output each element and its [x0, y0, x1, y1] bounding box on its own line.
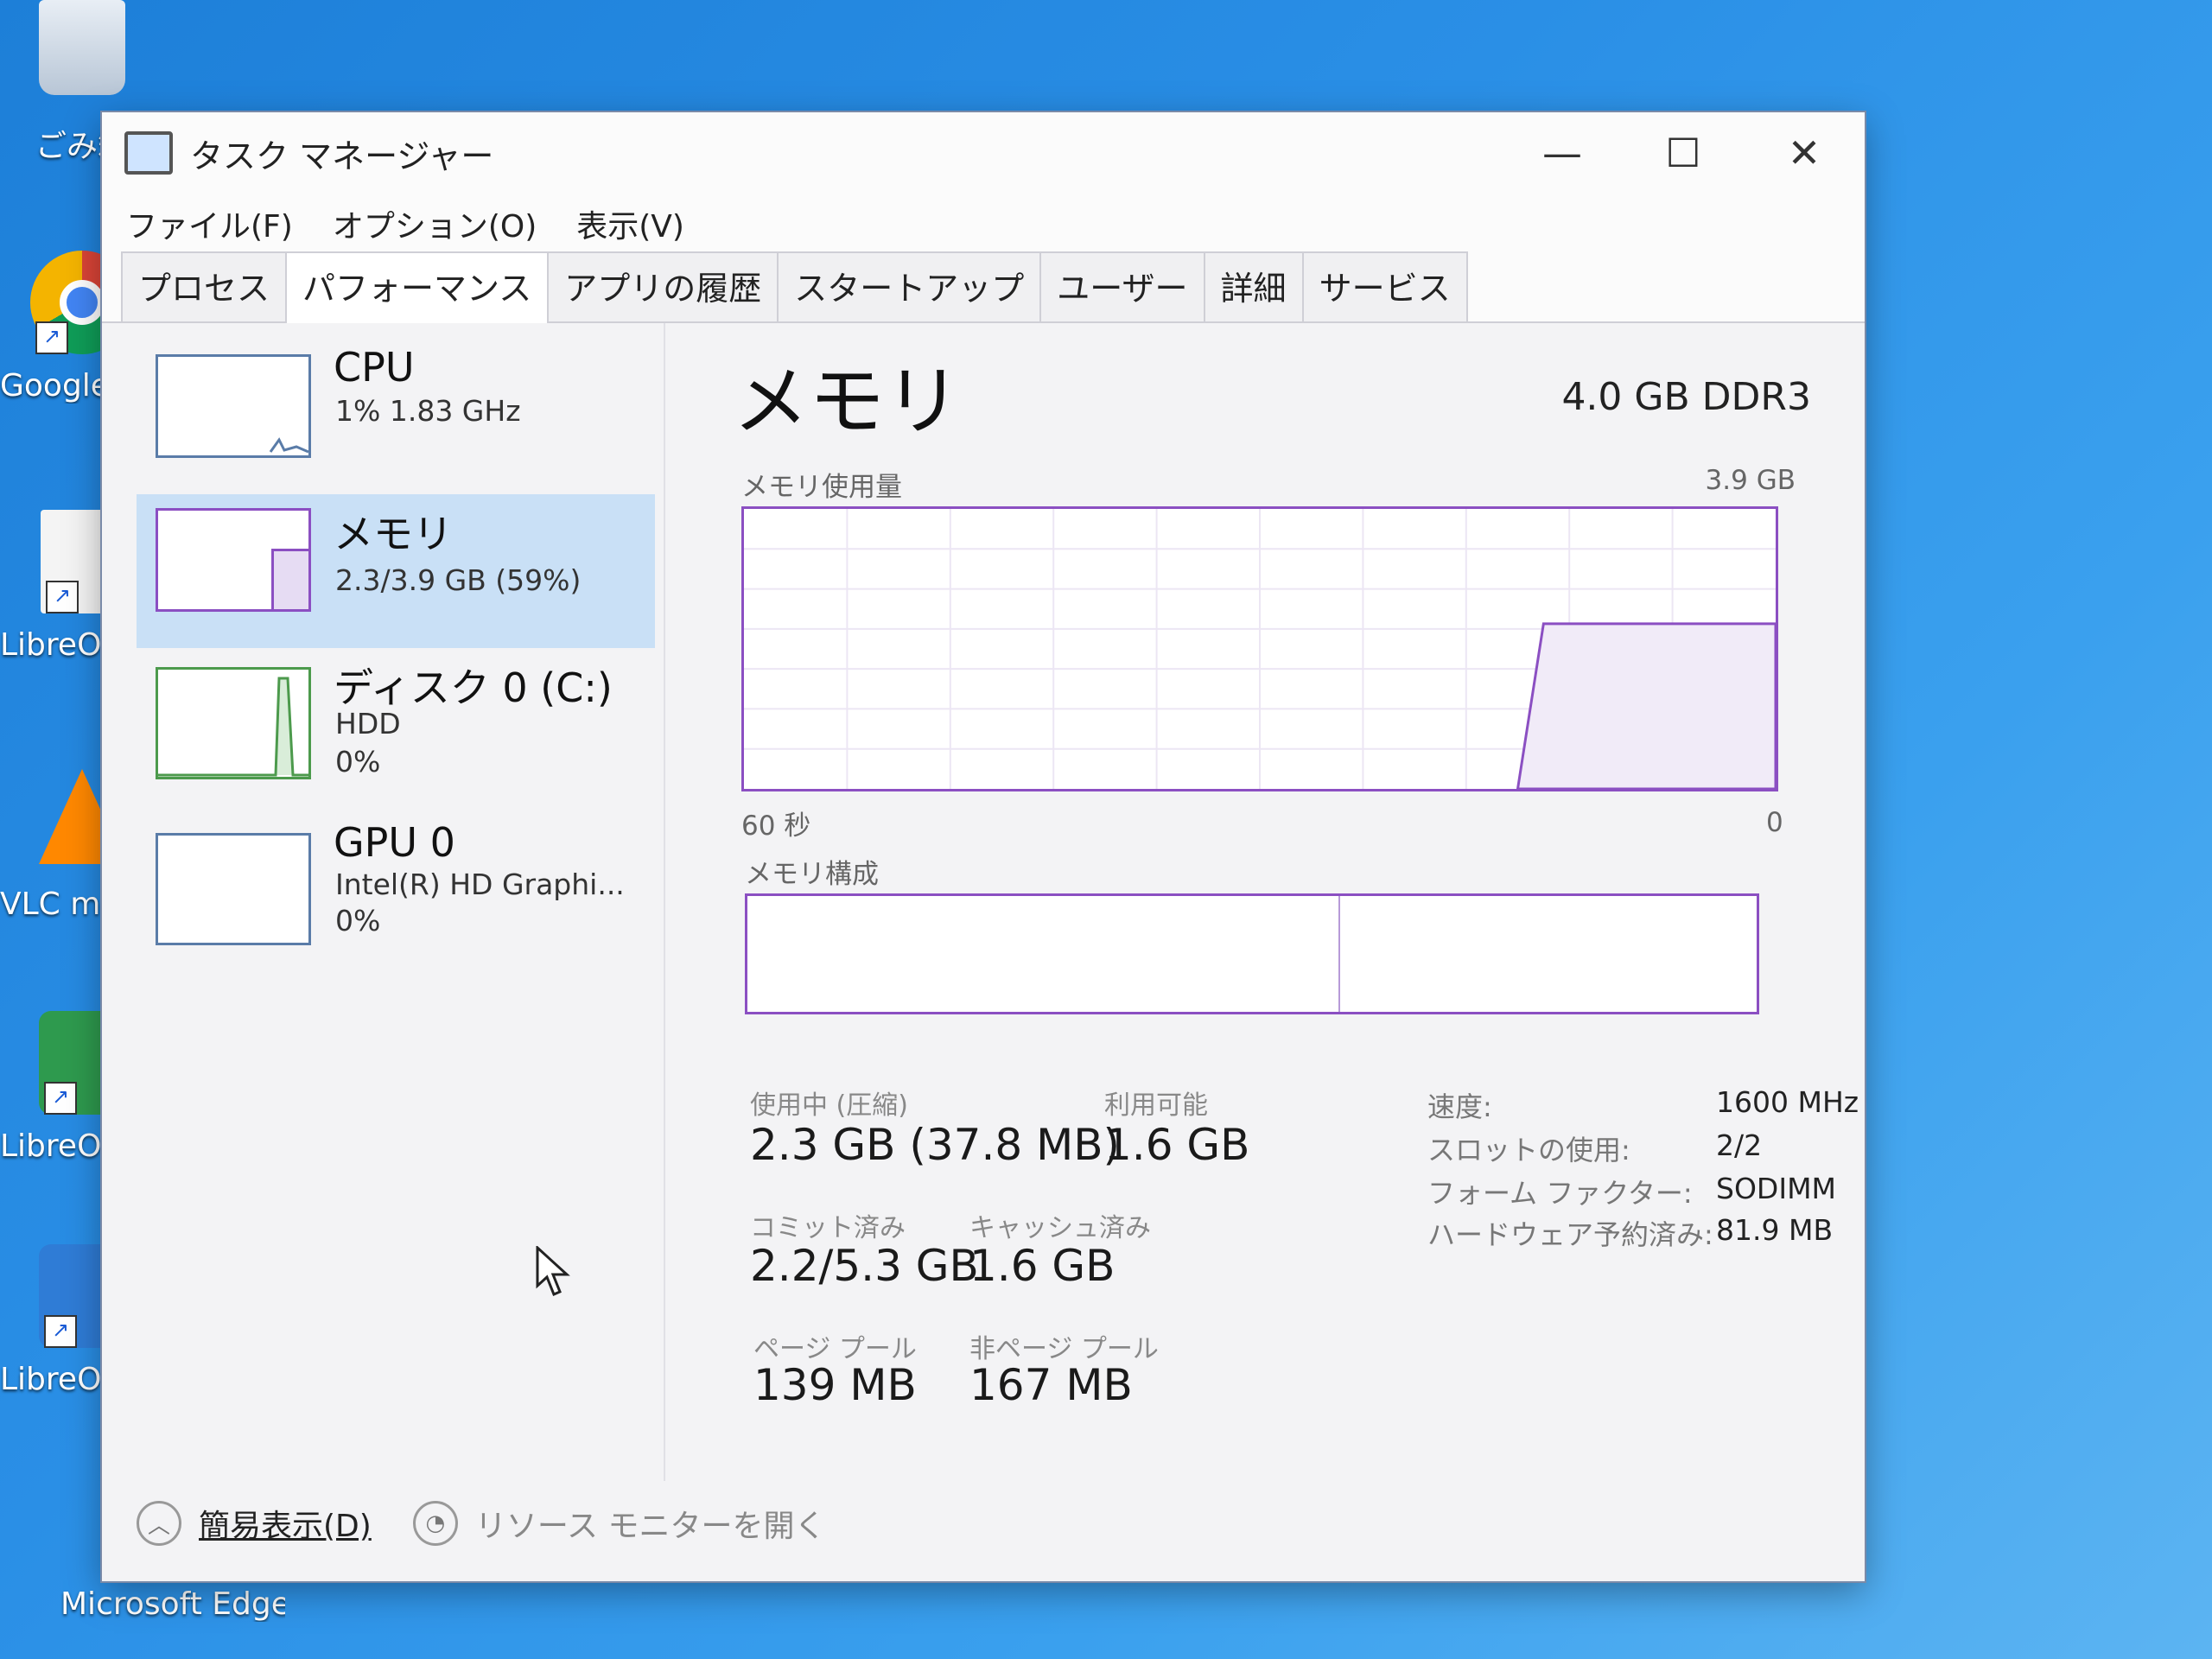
gpu-thumbnail-graph: [156, 833, 311, 945]
cpu-thumbnail-graph: [156, 354, 311, 458]
sidebar-memory-usage: 2.3/3.9 GB (59%): [335, 563, 582, 597]
nonpaged-pool-value: 167 MB: [969, 1360, 1133, 1410]
sidebar-item-cpu[interactable]: CPU 1% 1.83 GHz: [137, 340, 655, 494]
committed-value: 2.2/5.3 GB: [750, 1241, 979, 1291]
chevron-up-icon[interactable]: ︿: [137, 1501, 181, 1546]
available-label: 利用可能: [1104, 1090, 1208, 1121]
sidebar-item-gpu[interactable]: GPU 0 Intel(R) HD Graphi... 0%: [137, 819, 655, 973]
shortcut-arrow-icon: ↗: [44, 1315, 77, 1348]
window-footer: ︿ 簡易表示(D) ◔ リソース モニターを開く: [137, 1493, 825, 1554]
memory-usage-gridlines: [744, 509, 1776, 789]
hardware-reserved-label: ハードウェア予約済み:: [1427, 1218, 1713, 1251]
tab-processes[interactable]: プロセス: [121, 251, 288, 321]
memory-spec: 4.0 GB DDR3: [1561, 375, 1811, 419]
memory-usage-max: 3.9 GB: [1705, 465, 1796, 496]
speed-label: 速度:: [1427, 1090, 1492, 1123]
available-value: 1.6 GB: [1104, 1120, 1250, 1170]
shortcut-arrow-icon: ↗: [46, 581, 79, 613]
in-use-label: 使用中 (圧縮): [750, 1090, 908, 1121]
tab-app-history[interactable]: アプリの履歴: [547, 251, 779, 321]
window-title: タスク マネージャー: [190, 137, 494, 175]
menu-view[interactable]: 表示(V): [576, 201, 684, 246]
task-manager-app-icon: [124, 131, 173, 175]
minimize-button[interactable]: —: [1502, 112, 1623, 194]
sidebar-item-disk[interactable]: ディスク 0 (C:) HDD 0%: [137, 653, 655, 807]
sidebar-disk-type: HDD: [335, 707, 401, 741]
resource-monitor-icon: ◔: [412, 1501, 458, 1546]
form-factor-label: フォーム ファクター:: [1427, 1177, 1693, 1210]
memory-usage-label: メモリ使用量: [741, 472, 902, 503]
resource-monitor-link[interactable]: リソース モニターを開く: [475, 1501, 826, 1546]
graph-axis-right: 0: [1766, 807, 1783, 838]
cpu-thumbnail-line: [269, 437, 309, 454]
memory-composition-bar: [745, 893, 1759, 1014]
menu-file[interactable]: ファイル(F): [126, 201, 293, 246]
in-use-value: 2.3 GB (37.8 MB): [750, 1120, 1121, 1170]
cached-value: 1.6 GB: [969, 1241, 1116, 1291]
memory-thumbnail-graph: [156, 508, 311, 612]
sidebar-item-memory[interactable]: メモリ 2.3/3.9 GB (59%): [137, 494, 655, 648]
mouse-cursor-icon: [536, 1246, 570, 1296]
memory-usage-graph: [741, 506, 1778, 791]
sidebar-disk-name: ディスク 0 (C:): [334, 664, 613, 711]
slots-used-value: 2/2: [1716, 1128, 1763, 1162]
sidebar-gpu-name: GPU 0: [334, 819, 455, 866]
desktop-icon-label: Microsoft Edge: [60, 1586, 285, 1622]
cached-label: キャッシュ済み: [969, 1213, 1151, 1243]
tab-services[interactable]: サービス: [1301, 251, 1468, 321]
hardware-reserved-value: 81.9 MB: [1716, 1213, 1834, 1247]
tab-startup[interactable]: スタートアップ: [777, 251, 1042, 321]
fewer-details-link[interactable]: 簡易表示(D): [199, 1501, 372, 1546]
sidebar-cpu-name: CPU: [334, 344, 415, 391]
sidebar-gpu-model: Intel(R) HD Graphi...: [335, 868, 625, 901]
sidebar-gpu-usage: 0%: [335, 904, 381, 938]
sidebar-cpu-usage: 1% 1.83 GHz: [335, 394, 521, 428]
recycle-bin-icon: [39, 0, 125, 95]
memory-composition-label: メモリ構成: [745, 859, 879, 890]
tab-details[interactable]: 詳細: [1203, 251, 1304, 321]
sidebar-memory-name: メモリ: [334, 511, 453, 557]
graph-axis-left: 60 秒: [741, 810, 811, 842]
tab-bar: プロセス パフォーマンス アプリの履歴 スタートアップ ユーザー 詳細 サービス: [102, 251, 1865, 323]
speed-value: 1600 MHz: [1716, 1085, 1859, 1119]
slots-used-label: スロットの使用:: [1427, 1134, 1630, 1166]
disk-thumbnail-line: [158, 677, 308, 777]
menu-options[interactable]: オプション(O): [333, 201, 537, 246]
maximize-button[interactable]: ☐: [1623, 112, 1744, 194]
disk-thumbnail-graph: [156, 667, 311, 779]
tab-performance[interactable]: パフォーマンス: [285, 251, 550, 323]
performance-sidebar: CPU 1% 1.83 GHz メモリ 2.3/3.9 GB (59%) ディス…: [102, 323, 665, 1481]
task-manager-window: タスク マネージャー — ☐ ✕ ファイル(F) オプション(O) 表示(V) …: [102, 112, 1865, 1581]
memory-thumbnail-fill: [271, 549, 308, 609]
composition-divider: [1338, 896, 1340, 1012]
committed-label: コミット済み: [750, 1213, 906, 1243]
shortcut-arrow-icon: ↗: [44, 1082, 77, 1115]
title-bar[interactable]: タスク マネージャー — ☐ ✕: [102, 112, 1865, 194]
memory-detail-panel: メモリ 4.0 GB DDR3 メモリ使用量 3.9 GB 60 秒 0 メモリ…: [707, 323, 1859, 1481]
form-factor-value: SODIMM: [1716, 1172, 1837, 1205]
tab-users[interactable]: ユーザー: [1039, 251, 1205, 321]
shortcut-arrow-icon: ↗: [35, 321, 68, 354]
menu-bar: ファイル(F) オプション(O) 表示(V): [102, 194, 1865, 254]
close-button[interactable]: ✕: [1744, 112, 1865, 194]
memory-panel-title: メモリ: [733, 357, 962, 446]
sidebar-disk-usage: 0%: [335, 745, 381, 779]
paged-pool-value: 139 MB: [753, 1360, 917, 1410]
memory-usage-area: [1516, 622, 1776, 789]
